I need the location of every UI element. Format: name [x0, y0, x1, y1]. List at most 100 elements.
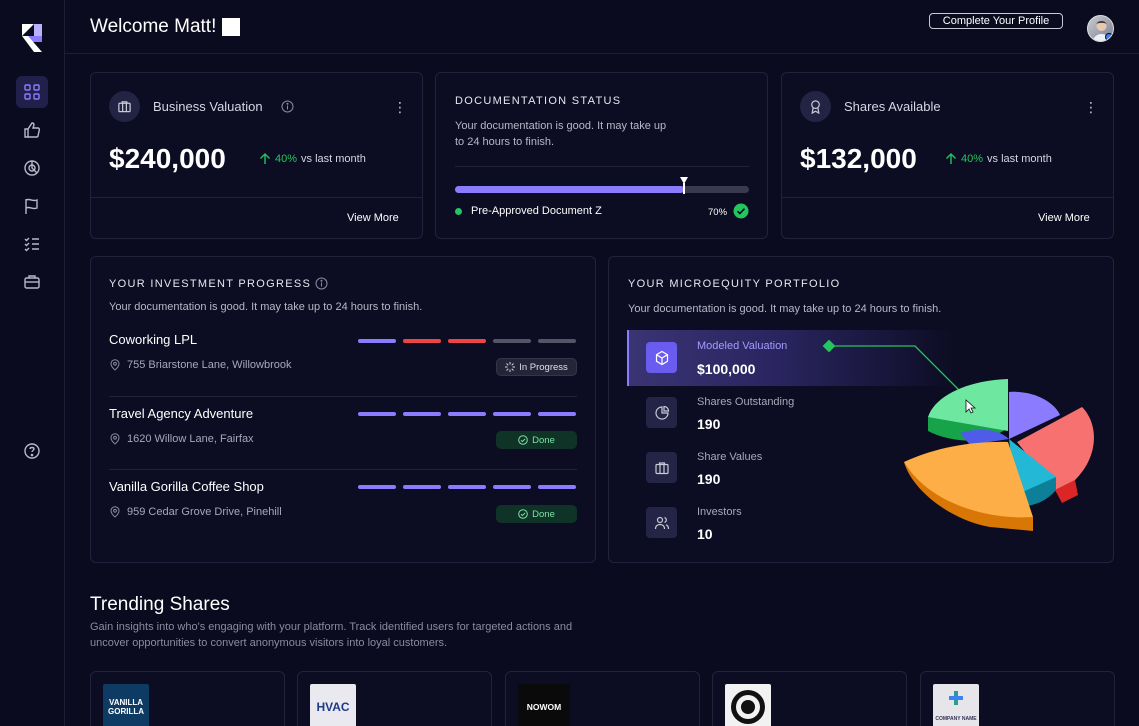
arrow-up-icon [260, 153, 270, 164]
card-divider [91, 197, 422, 198]
metric-value: $100,000 [697, 361, 756, 377]
metric-value: 10 [697, 526, 713, 542]
welcome-text: Welcome Matt! [90, 16, 217, 37]
shares-icon-wrap [800, 91, 831, 122]
more-options-icon[interactable]: ⋮ [1084, 100, 1098, 114]
chart-icon [24, 160, 40, 176]
view-more-link[interactable]: View More [1038, 212, 1090, 224]
more-options-icon[interactable]: ⋮ [393, 100, 407, 114]
arrow-up-icon [946, 153, 956, 164]
location-pin-icon [110, 506, 120, 518]
progress-segment [403, 412, 441, 416]
trending-share-card[interactable]: NOWOM [505, 671, 700, 726]
progress-segment [358, 485, 396, 489]
growth-suffix: vs last month [301, 153, 366, 165]
cursor-block [222, 18, 241, 36]
business-valuation-value: $240,000 [109, 143, 226, 174]
status-text: Done [532, 508, 555, 520]
callout-connector [822, 339, 963, 394]
cross-logo-icon [949, 691, 963, 705]
portfolio-subtitle: Your documentation is good. It may take … [628, 303, 942, 315]
investment-address: 959 Cedar Grove Drive, Pinehill [109, 506, 282, 518]
documentation-progress-bar [455, 186, 749, 193]
portfolio-title: YOUR MICROEQUITY PORTFOLIO [628, 278, 841, 290]
valuation-growth: 40% vs last month [259, 153, 366, 165]
metric-icon-wrap [646, 397, 677, 428]
documentation-title: DOCUMENTATION STATUS [455, 95, 622, 107]
online-status-dot [1105, 33, 1113, 41]
address-text: 755 Briarstone Lane, Willowbrook [127, 359, 292, 371]
documentation-text-1: Your documentation is good. It may take … [455, 120, 667, 132]
investment-name[interactable]: Vanilla Gorilla Coffee Shop [109, 479, 264, 494]
shares-available-title: Shares Available [844, 99, 941, 114]
metric-label: Modeled Valuation [697, 340, 788, 352]
sidebar-item-flags[interactable] [16, 190, 48, 222]
sidebar [0, 0, 65, 726]
business-valuation-card: Business Valuation ⋮ $240,000 40% vs las… [90, 72, 423, 239]
trending-share-card[interactable]: COMPANY NAME [920, 671, 1115, 726]
shares-available-card: Shares Available ⋮ $132,000 40% vs last … [781, 72, 1114, 239]
progress-segment [448, 339, 486, 343]
check-circle-icon [518, 509, 528, 519]
progress-segment [403, 485, 441, 489]
badge-logo-icon [731, 690, 765, 724]
shares-growth: 40% vs last month [945, 153, 1052, 165]
portfolio-pie-illustration [822, 339, 1094, 531]
document-status-dot [455, 208, 462, 215]
business-valuation-title: Business Valuation [153, 99, 263, 114]
status-text: Done [532, 434, 555, 446]
view-more-link[interactable]: View More [347, 212, 399, 224]
company-logo: VANILLA GORILLA [103, 684, 149, 726]
briefcase-icon [24, 275, 40, 289]
company-logo: HVAC [310, 684, 356, 726]
metric-label: Share Values [697, 451, 763, 463]
progress-segment [538, 485, 576, 489]
metric-label: Investors [697, 506, 742, 518]
description-line: uncover opportunities to convert anonymo… [90, 637, 448, 649]
progress-segment [493, 412, 531, 416]
investment-progress-card: YOUR INVESTMENT PROGRESS Your documentat… [90, 256, 596, 563]
progress-marker-icon [680, 177, 689, 194]
sidebar-item-portfolio[interactable] [16, 266, 48, 298]
sidebar-item-likes[interactable] [16, 114, 48, 146]
complete-profile-button[interactable]: Complete Your Profile [929, 13, 1063, 29]
info-icon[interactable] [315, 277, 328, 290]
checklist-icon [24, 237, 39, 252]
company-logo: NOWOM [518, 684, 570, 726]
progress-segment [538, 339, 576, 343]
trending-share-card[interactable]: VANILLA GORILLA [90, 671, 285, 726]
status-badge: Done [496, 431, 577, 449]
sidebar-item-dashboard[interactable] [16, 76, 48, 108]
row-divider [109, 396, 577, 397]
sidebar-item-tasks[interactable] [16, 228, 48, 260]
status-badge: In Progress [496, 358, 577, 376]
investment-name[interactable]: Travel Agency Adventure [109, 406, 253, 421]
welcome-heading: Welcome Matt! [90, 16, 241, 38]
sidebar-item-analytics[interactable] [16, 152, 48, 184]
dashboard-icon [24, 84, 40, 100]
valuation-icon-wrap [109, 91, 140, 122]
documentation-status-card: DOCUMENTATION STATUS Your documentation … [435, 72, 768, 239]
company-logo [725, 684, 771, 726]
spinner-icon [505, 362, 516, 372]
document-name: Pre-Approved Document Z [471, 205, 602, 217]
description-line: Gain insights into who's engaging with y… [90, 621, 573, 633]
avatar[interactable] [1087, 15, 1114, 42]
check-circle-icon [733, 203, 749, 219]
investment-name[interactable]: Coworking LPL [109, 332, 197, 347]
trending-share-card[interactable]: HVAC [297, 671, 492, 726]
metric-label: Shares Outstanding [697, 396, 795, 408]
location-pin-icon [110, 359, 120, 371]
address-text: 959 Cedar Grove Drive, Pinehill [127, 506, 282, 518]
trending-share-card[interactable] [712, 671, 907, 726]
progress-segment [403, 339, 441, 343]
help-icon [24, 443, 40, 459]
progress-segment [358, 339, 396, 343]
documentation-divider [455, 166, 749, 167]
info-icon[interactable] [281, 100, 294, 113]
progress-segment [358, 412, 396, 416]
app-logo-icon[interactable] [18, 22, 46, 54]
growth-suffix: vs last month [987, 153, 1052, 165]
sidebar-item-help[interactable] [16, 435, 48, 467]
metric-icon-wrap [646, 342, 677, 373]
